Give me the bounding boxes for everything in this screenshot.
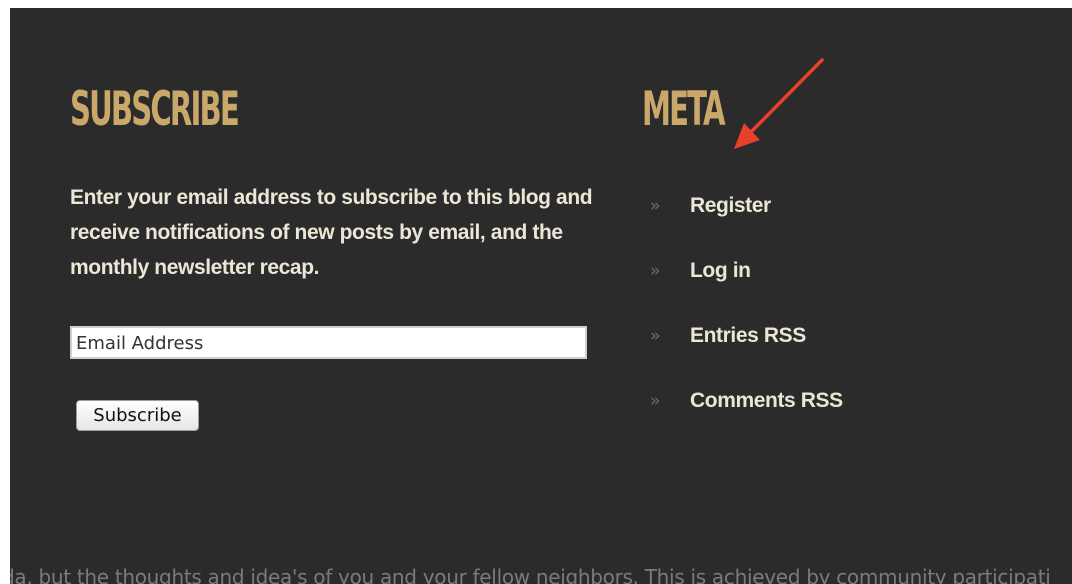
subscribe-heading: SUBSCRIBE bbox=[70, 82, 240, 137]
red-arrow-icon bbox=[734, 58, 824, 149]
meta-item-entries-rss: ›› Entries RSS bbox=[650, 303, 843, 368]
meta-heading: META bbox=[642, 82, 725, 137]
subscribe-button[interactable]: Subscribe bbox=[76, 400, 199, 431]
meta-item-comments-rss: ›› Comments RSS bbox=[650, 368, 843, 433]
double-chevron-right-icon: ›› bbox=[650, 325, 661, 346]
log-in-link[interactable]: Log in bbox=[690, 259, 751, 283]
meta-item-log-in: ›› Log in bbox=[650, 238, 843, 303]
entries-rss-link[interactable]: Entries RSS bbox=[690, 324, 806, 348]
footer-text: da, but the thoughts and idea's of you a… bbox=[10, 565, 1051, 584]
register-link[interactable]: Register bbox=[690, 194, 771, 218]
double-chevron-right-icon: ›› bbox=[650, 195, 661, 216]
double-chevron-right-icon: ›› bbox=[650, 390, 661, 411]
email-input[interactable] bbox=[70, 326, 587, 359]
comments-rss-link[interactable]: Comments RSS bbox=[690, 389, 843, 413]
subscribe-intro-text: Enter your email address to subscribe to… bbox=[70, 186, 593, 279]
double-chevron-right-icon: ›› bbox=[650, 260, 661, 281]
widget-area: SUBSCRIBE Enter your email address to su… bbox=[10, 8, 1072, 584]
meta-item-register: ›› Register bbox=[650, 173, 843, 238]
meta-links-list: ›› Register ›› Log in ›› Entries RSS ›› … bbox=[650, 173, 843, 433]
